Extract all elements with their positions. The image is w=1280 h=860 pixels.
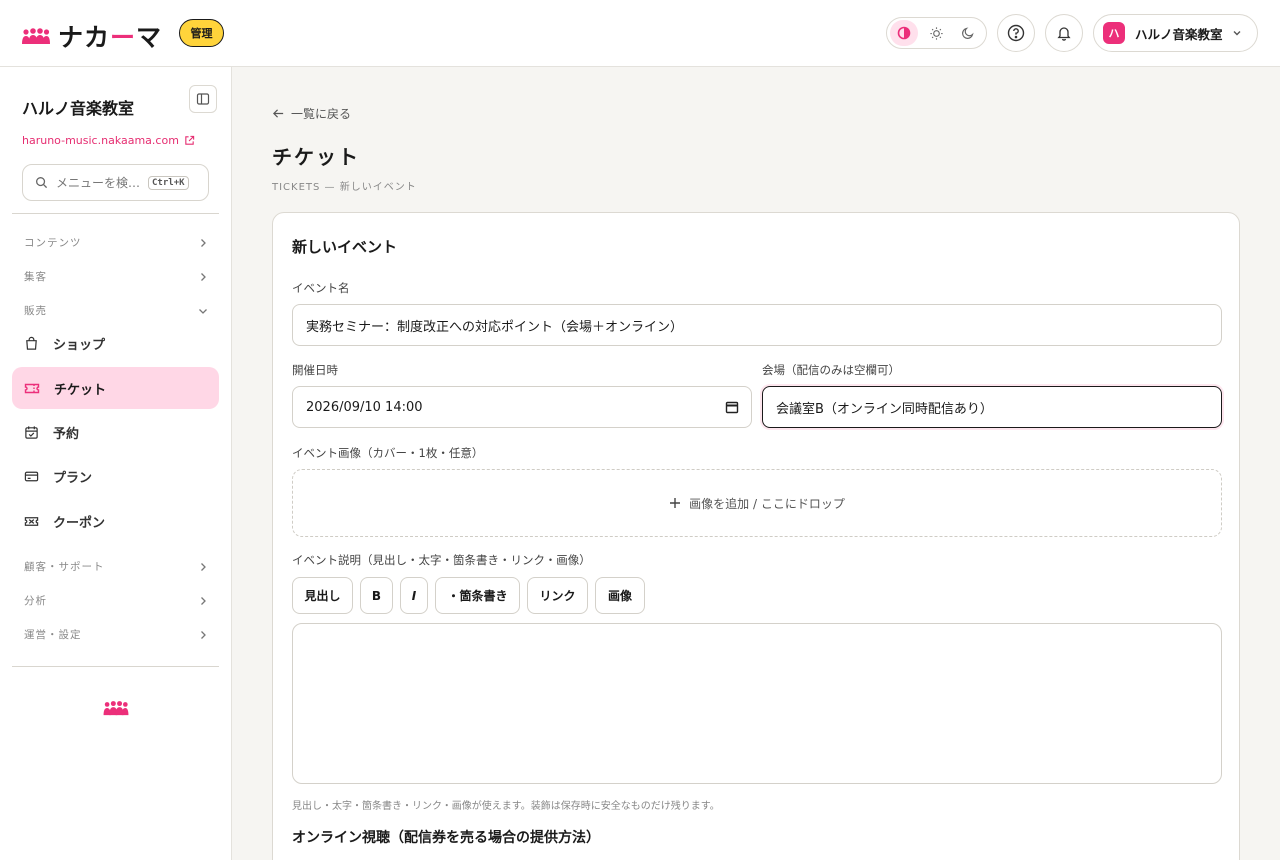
- event-form-card: 新しいイベント イベント名 実務セミナー：制度改正への対応ポイント（会場＋オンラ…: [272, 212, 1240, 860]
- help-icon: [1007, 24, 1025, 42]
- sidebar-group-sales[interactable]: 販売: [24, 303, 208, 318]
- bell-icon: [1057, 27, 1071, 41]
- datetime-value: 2026/09/10 14:00: [306, 399, 423, 415]
- chevron-right-icon: [201, 238, 206, 247]
- theme-auto-button[interactable]: [890, 20, 918, 46]
- sidebar-group-marketing[interactable]: 集客: [24, 269, 208, 284]
- account-name: ハルノ音楽教室: [1135, 26, 1223, 42]
- event-image-label: イベント画像（カバー・1枚・任意）: [292, 446, 484, 460]
- datetime-input[interactable]: 2026/09/10 14:00: [292, 386, 752, 428]
- group-label: 販売: [24, 305, 47, 317]
- sidebar-group-operations[interactable]: 運営・設定: [24, 627, 208, 642]
- top-header: ナカーマ 管理 ハ ハルノ音楽教室: [0, 0, 1280, 67]
- people-logo-icon: [103, 701, 129, 716]
- app-logo[interactable]: ナカーマ: [22, 18, 162, 54]
- sidebar-group-customers[interactable]: 顧客・サポート: [24, 559, 208, 574]
- toolbar-image-button[interactable]: 画像: [595, 577, 645, 614]
- toolbar-heading-button[interactable]: 見出し: [292, 577, 353, 614]
- chevron-down-icon: [1233, 31, 1241, 36]
- sidebar-item-label: 予約: [53, 426, 80, 442]
- sidebar-item-tickets[interactable]: チケット: [12, 367, 219, 409]
- sidebar-group-contents[interactable]: コンテンツ: [24, 235, 208, 250]
- logo-wordmark: ナカーマ: [58, 23, 163, 52]
- theme-switcher: [886, 17, 987, 49]
- group-label: 運営・設定: [24, 629, 82, 641]
- account-menu-button[interactable]: ハ ハルノ音楽教室: [1093, 14, 1258, 52]
- theme-dark-button[interactable]: [954, 20, 982, 46]
- sidebar-item-label: プラン: [53, 470, 93, 486]
- toolbar-link-button[interactable]: リンク: [527, 577, 588, 614]
- help-button[interactable]: [997, 14, 1035, 52]
- event-name-label: イベント名: [292, 281, 350, 295]
- chevron-right-icon: [201, 272, 206, 281]
- account-avatar: ハ: [1103, 22, 1125, 44]
- menu-search-placeholder: メニューを検…: [56, 176, 141, 190]
- description-label: イベント説明（見出し・太字・箇条書き・リンク・画像）: [292, 553, 591, 567]
- sidebar-item-reservations[interactable]: 予約: [12, 411, 219, 453]
- datetime-label: 開催日時: [292, 363, 338, 377]
- plus-icon: [670, 498, 681, 508]
- venue-label: 会場（配信のみは空欄可）: [762, 363, 900, 377]
- calendar-icon[interactable]: [725, 400, 739, 414]
- credit-card-icon: [24, 471, 39, 481]
- event-name-input[interactable]: 実務セミナー：制度改正への対応ポイント（会場＋オンライン）: [292, 304, 1222, 346]
- editor-hint: 見出し・太字・箇条書き・リンク・画像が使えます。装飾は保存時に安全なものだけ残り…: [292, 801, 720, 812]
- search-shortcut-hint: Ctrl+K: [148, 175, 189, 190]
- org-name: ハルノ音楽教室: [22, 99, 135, 118]
- chevron-down-icon: [199, 308, 207, 314]
- venue-value: 会議室B（オンライン同時配信あり）: [776, 401, 993, 417]
- image-dropzone[interactable]: 画像を追加 / ここにドロップ: [292, 469, 1222, 537]
- chevron-right-icon: [201, 596, 206, 605]
- sidebar-item-shop[interactable]: ショップ: [12, 322, 219, 364]
- people-logo-icon: [22, 28, 50, 44]
- page-subtitle: TICKETS — 新しいイベント: [272, 182, 417, 193]
- sidebar-item-label: クーポン: [53, 515, 106, 531]
- event-name-value: 実務セミナー：制度改正への対応ポイント（会場＋オンライン）: [306, 319, 684, 335]
- notifications-button[interactable]: [1045, 14, 1083, 52]
- org-site-link[interactable]: haruno-music.nakaama.com: [22, 134, 195, 147]
- sidebar-toggle-icon: [196, 93, 210, 105]
- shopping-bag-icon: [26, 336, 37, 350]
- page-title: チケット: [272, 145, 360, 169]
- description-editor[interactable]: [292, 623, 1222, 784]
- contrast-icon: [897, 26, 911, 40]
- group-label: 分析: [24, 595, 47, 607]
- sidebar: ハルノ音楽教室 haruno-music.nakaama.com メニューを検……: [0, 67, 232, 860]
- coupon-icon: [24, 516, 39, 526]
- menu-search-input[interactable]: メニューを検… Ctrl+K: [22, 164, 209, 201]
- sidebar-divider: [12, 213, 219, 214]
- ticket-icon: [24, 383, 40, 393]
- sidebar-item-label: ショップ: [53, 337, 106, 353]
- group-label: コンテンツ: [24, 237, 82, 249]
- sidebar-collapse-button[interactable]: [189, 85, 217, 113]
- chevron-right-icon: [201, 562, 206, 571]
- back-link-label: 一覧に戻る: [291, 107, 352, 121]
- group-label: 集客: [24, 271, 47, 283]
- venue-input[interactable]: 会議室B（オンライン同時配信あり）: [762, 386, 1222, 428]
- sidebar-divider: [12, 666, 219, 667]
- dropzone-text: 画像を追加 / ここにドロップ: [689, 496, 845, 511]
- search-icon: [36, 177, 48, 189]
- group-label: 顧客・サポート: [24, 561, 105, 573]
- online-viewing-section-title: オンライン視聴（配信券を売る場合の提供方法）: [292, 830, 600, 846]
- sidebar-group-analytics[interactable]: 分析: [24, 593, 208, 608]
- toolbar-italic-button[interactable]: I: [400, 577, 428, 614]
- arrow-left-icon: [273, 109, 284, 118]
- moon-icon: [962, 27, 974, 39]
- sun-icon: [929, 26, 943, 40]
- sidebar-item-coupons[interactable]: クーポン: [12, 500, 219, 542]
- calendar-check-icon: [25, 425, 38, 439]
- org-url-text: haruno-music.nakaama.com: [22, 134, 179, 147]
- sidebar-item-label: チケット: [54, 382, 107, 398]
- admin-badge: 管理: [179, 19, 224, 47]
- toolbar-bold-button[interactable]: B: [360, 577, 393, 614]
- form-title: 新しいイベント: [292, 238, 398, 256]
- back-to-list-link[interactable]: 一覧に戻る: [272, 105, 351, 122]
- chevron-right-icon: [201, 630, 206, 639]
- sidebar-item-plans[interactable]: プラン: [12, 455, 219, 497]
- toolbar-bullet-button[interactable]: ・箇条書き: [435, 577, 520, 614]
- theme-light-button[interactable]: [922, 20, 950, 46]
- external-link-icon: [185, 135, 195, 145]
